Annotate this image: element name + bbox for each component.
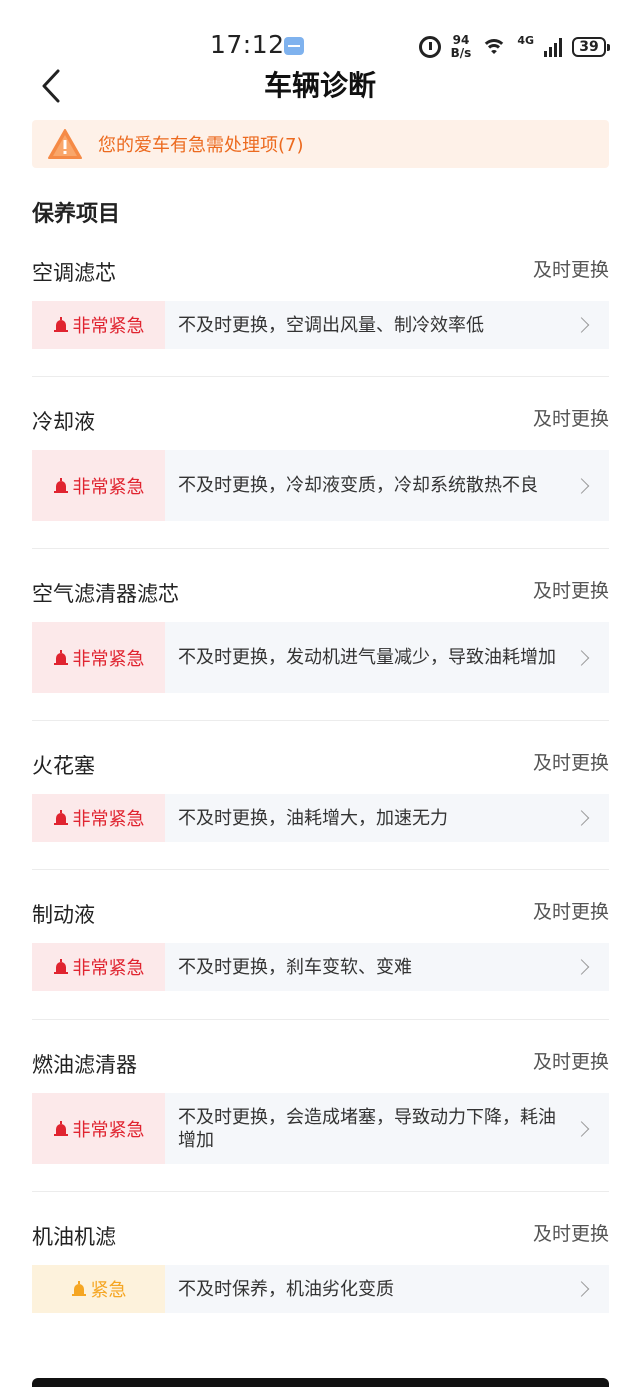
- item-name: 空调滤芯: [32, 261, 116, 285]
- maintenance-item: 制动液 及时更换 非常紧急 不及时更换，刹车变软、变难: [32, 893, 609, 991]
- urgency-badge: 非常紧急: [32, 622, 165, 693]
- chevron-right-icon: [573, 317, 590, 333]
- item-description: 不及时更换，发动机进气量减少，导致油耗增加: [178, 647, 556, 668]
- item-description: 不及时更换，冷却液变质，冷却系统散热不良: [178, 475, 538, 496]
- item-name: 空气滤清器滤芯: [32, 582, 179, 606]
- item-description-link[interactable]: 不及时更换，刹车变软、变难: [165, 943, 609, 991]
- chevron-right-icon: [573, 477, 590, 494]
- alarm-icon: [418, 36, 441, 58]
- siren-icon: [53, 959, 68, 974]
- item-description: 不及时更换，空调出风量、制冷效率低: [178, 314, 484, 336]
- item-description-link[interactable]: 不及时更换，油耗增大，加速无力: [165, 794, 609, 842]
- item-description-link[interactable]: 不及时更换，发动机进气量减少，导致油耗增加: [165, 622, 609, 693]
- urgency-label: 非常紧急: [72, 958, 145, 979]
- cloud-notification-icon: [284, 37, 304, 55]
- section-title: 保养项目: [32, 202, 121, 227]
- chevron-right-icon: [573, 649, 590, 666]
- alert-text: 您的爱车有急需处理项(7): [98, 135, 304, 156]
- item-name: 燃油滤清器: [32, 1053, 137, 1077]
- status-icons: 94 B/s 4G 39: [418, 32, 610, 62]
- divider: [32, 869, 609, 870]
- chevron-right-icon: [573, 959, 590, 975]
- maintenance-item: 机油机滤 及时更换 紧急 不及时保养，机油劣化变质: [32, 1215, 609, 1313]
- item-action: 及时更换: [532, 1051, 609, 1073]
- maintenance-item: 空调滤芯 及时更换 非常紧急 不及时更换，空调出风量、制冷效率低: [32, 251, 609, 349]
- item-name: 火花塞: [32, 754, 95, 778]
- maintenance-item: 火花塞 及时更换 非常紧急 不及时更换，油耗增大，加速无力: [32, 744, 609, 842]
- signal-icon: [544, 37, 562, 57]
- item-action: 及时更换: [532, 752, 609, 774]
- network-speed-unit: B/s: [450, 46, 472, 60]
- urgency-badge: 非常紧急: [32, 1093, 165, 1164]
- maintenance-item: 燃油滤清器 及时更换 非常紧急 不及时更换，会造成堵塞，导致动力下降，耗油增加: [32, 1043, 609, 1164]
- item-name: 冷却液: [32, 410, 95, 434]
- network-speed: 94 B/s: [451, 34, 472, 60]
- wifi-icon: [481, 37, 508, 57]
- chevron-right-icon: [573, 1281, 590, 1297]
- divider: [32, 720, 609, 721]
- urgency-label: 非常紧急: [72, 316, 145, 337]
- bottom-action-bar[interactable]: [32, 1378, 609, 1387]
- alert-banner: 您的爱车有急需处理项(7): [32, 120, 609, 168]
- item-action: 及时更换: [532, 1223, 609, 1245]
- siren-icon: [71, 1281, 86, 1296]
- siren-icon: [53, 1120, 68, 1136]
- chevron-right-icon: [573, 1120, 590, 1137]
- item-description-link[interactable]: 不及时更换，空调出风量、制冷效率低: [165, 301, 609, 349]
- maintenance-item: 空气滤清器滤芯 及时更换 非常紧急 不及时更换，发动机进气量减少，导致油耗增加: [32, 572, 609, 693]
- siren-icon: [53, 477, 68, 493]
- battery-icon: 39: [572, 37, 610, 57]
- divider: [32, 376, 609, 377]
- page-title: 车辆诊断: [263, 69, 376, 102]
- warning-icon: [48, 129, 82, 159]
- status-bar: 17:12 94 B/s 4G 39: [0, 0, 640, 60]
- urgency-badge: 非常紧急: [32, 943, 165, 991]
- urgency-label: 非常紧急: [72, 476, 145, 498]
- item-description: 不及时更换，会造成堵塞，导致动力下降，耗油增加: [178, 1106, 556, 1151]
- item-name: 机油机滤: [32, 1225, 116, 1249]
- item-description: 不及时保养，机油劣化变质: [178, 1278, 394, 1300]
- urgency-badge: 非常紧急: [32, 794, 165, 842]
- status-time: 17:12: [210, 30, 285, 59]
- siren-icon: [53, 317, 68, 332]
- siren-icon: [53, 649, 68, 665]
- urgency-label: 非常紧急: [72, 809, 145, 830]
- nav-header: 车辆诊断: [0, 60, 640, 108]
- siren-icon: [53, 810, 68, 825]
- item-name: 制动液: [32, 903, 95, 927]
- divider: [32, 1191, 609, 1192]
- urgency-badge: 非常紧急: [32, 301, 165, 349]
- item-description-link[interactable]: 不及时更换，会造成堵塞，导致动力下降，耗油增加: [165, 1093, 609, 1164]
- urgency-label: 非常紧急: [72, 648, 145, 670]
- item-description-link[interactable]: 不及时更换，冷却液变质，冷却系统散热不良: [165, 450, 609, 521]
- urgency-label: 非常紧急: [72, 1119, 145, 1141]
- urgency-badge: 非常紧急: [32, 450, 165, 521]
- maintenance-item: 冷却液 及时更换 非常紧急 不及时更换，冷却液变质，冷却系统散热不良: [32, 400, 609, 521]
- chevron-right-icon: [573, 810, 590, 826]
- item-description: 不及时更换，油耗增大，加速无力: [178, 807, 448, 829]
- item-description: 不及时更换，刹车变软、变难: [178, 956, 412, 978]
- item-action: 及时更换: [532, 580, 609, 602]
- urgency-label: 紧急: [90, 1280, 127, 1301]
- divider: [32, 548, 609, 549]
- item-action: 及时更换: [532, 259, 609, 281]
- urgency-badge: 紧急: [32, 1265, 165, 1313]
- item-action: 及时更换: [532, 408, 609, 430]
- divider: [32, 1019, 609, 1020]
- network-type-label: 4G: [517, 34, 534, 47]
- item-action: 及时更换: [532, 901, 609, 923]
- item-description-link[interactable]: 不及时保养，机油劣化变质: [165, 1265, 609, 1313]
